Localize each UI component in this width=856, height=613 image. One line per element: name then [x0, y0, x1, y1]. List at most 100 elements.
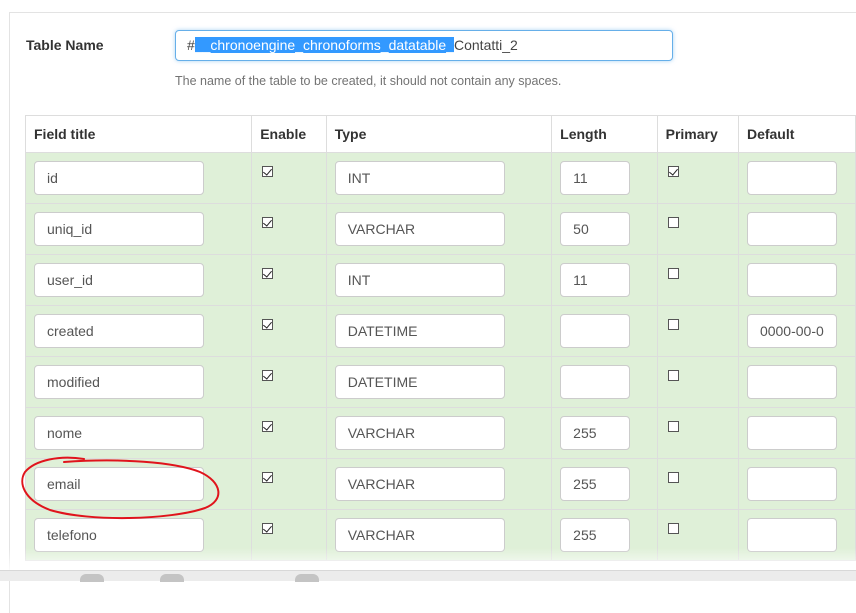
header-default: Default — [737, 115, 856, 153]
cell-primary — [656, 305, 739, 357]
default-input[interactable]: 0000-00-0 — [746, 314, 837, 348]
type-input[interactable]: INT — [334, 263, 505, 297]
toolbar-tab[interactable] — [160, 574, 184, 582]
cell-type: VARCHAR — [325, 407, 553, 459]
default-input[interactable] — [746, 518, 837, 552]
type-input[interactable]: VARCHAR — [334, 212, 505, 246]
primary-checkbox[interactable] — [667, 523, 679, 534]
length-input[interactable]: 255 — [560, 518, 631, 552]
default-input[interactable] — [746, 161, 837, 195]
primary-checkbox[interactable] — [667, 421, 679, 432]
primary-checkbox[interactable] — [667, 166, 679, 177]
type-input[interactable]: VARCHAR — [334, 416, 505, 450]
length-input[interactable]: 11 — [560, 161, 631, 195]
cell-primary — [656, 356, 739, 408]
length-input[interactable] — [560, 365, 631, 399]
cell-field-title: modified — [24, 356, 253, 408]
length-input[interactable] — [560, 314, 631, 348]
table-row: uniq_id VARCHAR 50 — [24, 203, 856, 255]
cell-enable — [251, 203, 327, 255]
field-title-input[interactable]: telefono — [34, 518, 204, 552]
table-name-selected-text: __chronoengine_chronoforms_datatable_ — [194, 37, 454, 53]
default-input[interactable] — [746, 263, 837, 297]
cell-field-title: nome — [24, 407, 253, 459]
enable-checkbox[interactable] — [262, 370, 274, 381]
bottom-toolbar — [0, 570, 856, 581]
table-row: email VARCHAR 255 — [24, 458, 856, 510]
cell-default — [737, 254, 856, 306]
field-title-input[interactable]: modified — [34, 365, 204, 399]
field-title-input[interactable]: created — [34, 314, 204, 348]
type-input[interactable]: INT — [334, 161, 505, 195]
cell-primary — [656, 152, 739, 204]
primary-checkbox[interactable] — [667, 319, 679, 330]
enable-checkbox[interactable] — [262, 421, 274, 432]
enable-checkbox[interactable] — [262, 268, 274, 279]
cell-default — [737, 407, 856, 459]
cell-default — [737, 509, 856, 561]
default-input[interactable] — [746, 467, 837, 501]
length-input[interactable]: 255 — [560, 467, 631, 501]
default-input[interactable] — [746, 365, 837, 399]
table-row: created DATETIME 0000-00-0 — [24, 305, 856, 357]
cell-enable — [251, 356, 327, 408]
cell-type: VARCHAR — [325, 509, 553, 561]
field-title-input[interactable]: id — [34, 161, 204, 195]
primary-checkbox[interactable] — [667, 472, 679, 483]
cell-enable — [251, 254, 327, 306]
default-input[interactable] — [746, 416, 837, 450]
table-row: id INT 11 — [24, 152, 856, 204]
table-name-prefix: # — [187, 37, 195, 53]
field-title-input[interactable]: nome — [34, 416, 204, 450]
length-input[interactable]: 11 — [560, 263, 631, 297]
cell-type: DATETIME — [325, 305, 553, 357]
enable-checkbox[interactable] — [262, 523, 274, 534]
field-title-input[interactable]: email — [34, 467, 204, 501]
cell-length: 50 — [551, 203, 658, 255]
header-length: Length — [551, 115, 658, 153]
field-title-input[interactable]: uniq_id — [34, 212, 204, 246]
table-name-help: The name of the table to be created, it … — [175, 74, 562, 88]
cell-primary — [656, 509, 739, 561]
cell-type: INT — [325, 254, 553, 306]
cell-enable — [251, 509, 327, 561]
cell-length: 11 — [551, 152, 658, 204]
default-input[interactable] — [746, 212, 837, 246]
table-name-input[interactable]: #__chronoengine_chronoforms_datatable_Co… — [175, 30, 673, 61]
type-input[interactable]: DATETIME — [334, 314, 505, 348]
primary-checkbox[interactable] — [667, 217, 679, 228]
enable-checkbox[interactable] — [262, 319, 274, 330]
toolbar-tab[interactable] — [295, 574, 319, 582]
cell-enable — [251, 407, 327, 459]
cell-field-title: id — [24, 152, 253, 204]
type-input[interactable]: VARCHAR — [334, 518, 505, 552]
table-row: nome VARCHAR 255 — [24, 407, 856, 459]
table-row: modified DATETIME — [24, 356, 856, 408]
cell-length: 255 — [551, 407, 658, 459]
cell-enable — [251, 152, 327, 204]
cell-type: VARCHAR — [325, 203, 553, 255]
table-name-label: Table Name — [26, 37, 104, 53]
field-title-input[interactable]: user_id — [34, 263, 204, 297]
enable-checkbox[interactable] — [262, 217, 274, 228]
table-row: user_id INT 11 — [24, 254, 856, 306]
cell-length — [551, 356, 658, 408]
table-row: telefono VARCHAR 255 — [24, 509, 856, 561]
length-input[interactable]: 255 — [560, 416, 631, 450]
header-type: Type — [325, 115, 553, 153]
cell-default — [737, 356, 856, 408]
type-input[interactable]: VARCHAR — [334, 467, 505, 501]
enable-checkbox[interactable] — [262, 472, 274, 483]
fields-table: Field title Enable Type Length Primary D… — [24, 115, 856, 561]
cell-length: 255 — [551, 458, 658, 510]
table-header-row: Field title Enable Type Length Primary D… — [24, 115, 856, 153]
cell-enable — [251, 305, 327, 357]
cell-default — [737, 203, 856, 255]
primary-checkbox[interactable] — [667, 268, 679, 279]
primary-checkbox[interactable] — [667, 370, 679, 381]
length-input[interactable]: 50 — [560, 212, 631, 246]
cell-length — [551, 305, 658, 357]
toolbar-tab[interactable] — [80, 574, 104, 582]
enable-checkbox[interactable] — [262, 166, 274, 177]
type-input[interactable]: DATETIME — [334, 365, 505, 399]
